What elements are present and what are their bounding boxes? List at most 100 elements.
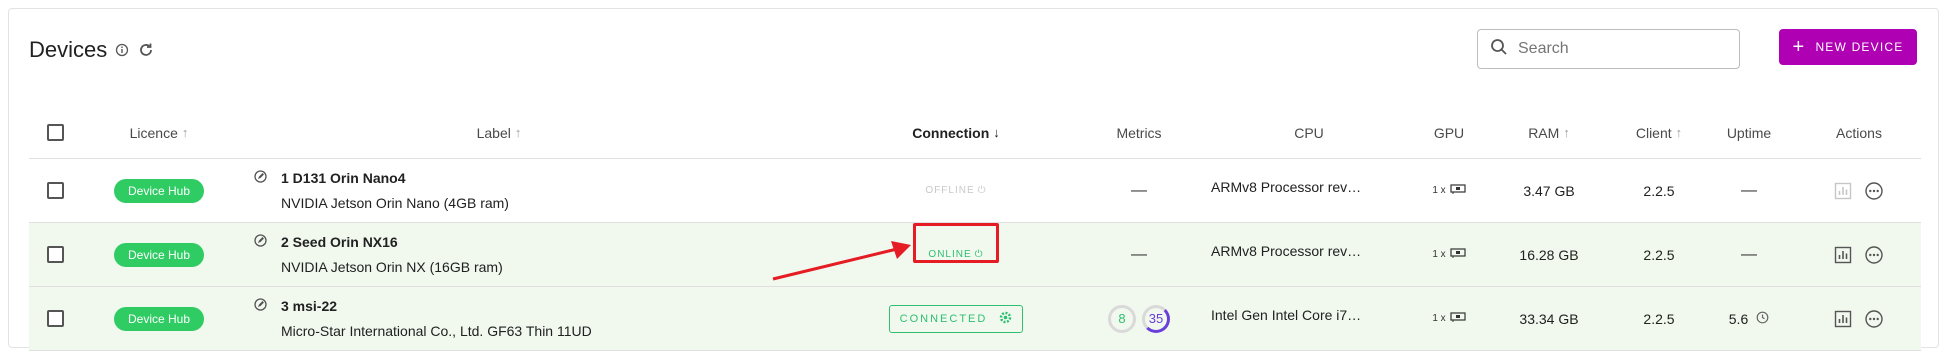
- search-box[interactable]: [1477, 29, 1740, 69]
- uptime-value: —: [1741, 245, 1757, 263]
- column-uptime: Uptime: [1689, 107, 1809, 158]
- edit-icon[interactable]: [254, 234, 267, 250]
- select-all-checkbox[interactable]: [46, 124, 64, 141]
- column-metrics-label: Metrics: [1116, 124, 1162, 141]
- actions-cell: [1809, 287, 1909, 350]
- client-value: 2.2.5: [1643, 246, 1675, 263]
- device-description: Micro-Star International Co., Ltd. GF63 …: [281, 323, 592, 339]
- row-checkbox[interactable]: [46, 182, 64, 199]
- status-badge[interactable]: CONNECTED: [888, 304, 1024, 333]
- column-gpu-label: GPU: [1433, 124, 1465, 141]
- new-device-label: NEW DEVICE: [1815, 40, 1904, 54]
- column-connection-label: Connection: [912, 124, 990, 141]
- uptime-value: 5.6: [1728, 310, 1749, 327]
- bar-chart-icon[interactable]: [1834, 246, 1852, 264]
- sort-arrow-up-icon: ↑: [514, 125, 522, 140]
- actions-cell: [1809, 223, 1909, 286]
- gpu-icon: [1450, 248, 1466, 261]
- more-options-icon[interactable]: [1864, 245, 1884, 265]
- device-description: NVIDIA Jetson Orin Nano (4GB ram): [281, 195, 509, 211]
- table-row[interactable]: Device Hub 1 D131 Orin Nano4 NVIDIA Jets…: [29, 159, 1921, 223]
- ram-value: 33.34 GB: [1519, 310, 1579, 327]
- bar-chart-icon[interactable]: [1834, 310, 1852, 328]
- licence-cell: Device Hub: [89, 159, 229, 222]
- cpu-cell: ARMv8 Processor rev…: [1211, 223, 1371, 286]
- column-metrics: Metrics: [1079, 107, 1199, 158]
- more-options-icon[interactable]: [1864, 181, 1884, 201]
- connection-cell: OFFLINE ⏻: [881, 159, 1031, 222]
- sort-arrow-up-icon: ↑: [181, 125, 189, 140]
- cpu-value: Intel Gen Intel Core i7…: [1211, 306, 1362, 323]
- select-all-cell: [45, 107, 65, 158]
- cpu-value: ARMv8 Processor rev…: [1211, 178, 1362, 195]
- new-device-button[interactable]: + NEW DEVICE: [1779, 29, 1917, 65]
- licence-chip[interactable]: Device Hub: [113, 242, 205, 267]
- column-ram-label: RAM: [1528, 124, 1560, 141]
- edit-icon[interactable]: [254, 170, 267, 186]
- sort-arrow-down-icon: ↓: [993, 125, 1000, 140]
- cpu-cell: Intel Gen Intel Core i7…: [1211, 287, 1371, 350]
- uptime-cell: 5.6: [1689, 287, 1809, 350]
- uptime-cell: —: [1689, 223, 1809, 286]
- sort-arrow-up-icon: ↑: [1675, 125, 1683, 140]
- row-checkbox[interactable]: [46, 246, 64, 263]
- device-name: 3 msi-22: [281, 298, 338, 314]
- bar-chart-icon: [1834, 182, 1852, 200]
- connection-cell: CONNECTED: [881, 287, 1031, 350]
- column-label-label: Label: [476, 124, 511, 141]
- uptime-value: —: [1741, 181, 1757, 199]
- page-header: Devices: [29, 37, 155, 63]
- metrics-cell: 8 35: [1079, 287, 1199, 350]
- refresh-icon[interactable]: [137, 41, 155, 59]
- ram-cell: 16.28 GB: [1489, 223, 1609, 286]
- gpu-icon: [1450, 184, 1466, 197]
- ram-usage-value: 35: [1148, 311, 1164, 326]
- power-icon: ⏻: [977, 185, 987, 196]
- annotation-highlight-box: [913, 223, 999, 263]
- label-cell: 3 msi-22 Micro-Star International Co., L…: [254, 287, 754, 350]
- gpu-cell: 1 x: [1419, 223, 1479, 286]
- search-icon: [1490, 38, 1508, 61]
- device-name: 1 D131 Orin Nano4: [281, 170, 406, 186]
- column-licence-label: Licence: [129, 124, 178, 141]
- ram-value: 3.47 GB: [1523, 182, 1575, 199]
- licence-chip[interactable]: Device Hub: [113, 178, 205, 203]
- device-name: 2 Seed Orin NX16: [281, 234, 398, 250]
- row-select-cell: [45, 159, 65, 222]
- column-cpu-label: CPU: [1294, 124, 1324, 141]
- table-header: Licence ↑ Label ↑ Connection ↓ Metrics CPU …: [29, 107, 1921, 159]
- status-badge: OFFLINE ⏻: [925, 185, 986, 196]
- cpu-value: ARMv8 Processor rev…: [1211, 242, 1362, 259]
- row-checkbox[interactable]: [46, 310, 64, 327]
- gpu-cell: 1 x: [1419, 159, 1479, 222]
- column-connection[interactable]: Connection ↓: [881, 107, 1031, 158]
- ram-cell: 3.47 GB: [1489, 159, 1609, 222]
- more-options-icon[interactable]: [1864, 309, 1884, 329]
- ram-value: 16.28 GB: [1519, 246, 1579, 263]
- client-value: 2.2.5: [1643, 182, 1675, 199]
- device-description: NVIDIA Jetson Orin NX (16GB ram): [281, 259, 503, 275]
- column-cpu: CPU: [1209, 107, 1409, 158]
- cpu-cell: ARMv8 Processor rev…: [1211, 159, 1371, 222]
- cpu-usage-value: 8: [1118, 311, 1126, 326]
- label-cell: 2 Seed Orin NX16 NVIDIA Jetson Orin NX (…: [254, 223, 754, 286]
- info-icon[interactable]: [115, 43, 129, 57]
- metrics-cell: —: [1079, 223, 1199, 286]
- column-licence[interactable]: Licence ↑: [89, 107, 229, 158]
- licence-chip[interactable]: Device Hub: [113, 306, 205, 331]
- status-label: OFFLINE: [925, 185, 975, 196]
- status-label: CONNECTED: [899, 312, 988, 325]
- gpu-count: 1 x: [1432, 185, 1446, 196]
- table-row[interactable]: Device Hub 3 msi-22 Micro-Star Internati…: [29, 287, 1921, 351]
- edit-icon[interactable]: [254, 298, 267, 314]
- gpu-count: 1 x: [1432, 313, 1446, 324]
- plus-icon: +: [1792, 36, 1806, 58]
- client-value: 2.2.5: [1643, 310, 1675, 327]
- gear-icon: [999, 311, 1012, 327]
- cpu-usage-gauge: 8: [1108, 304, 1136, 333]
- annotation-arrow-icon: [772, 241, 911, 281]
- uptime-cell: —: [1689, 159, 1809, 222]
- column-ram[interactable]: RAM ↑: [1489, 107, 1609, 158]
- search-input[interactable]: [1518, 40, 1718, 58]
- column-label[interactable]: Label ↑: [329, 107, 669, 158]
